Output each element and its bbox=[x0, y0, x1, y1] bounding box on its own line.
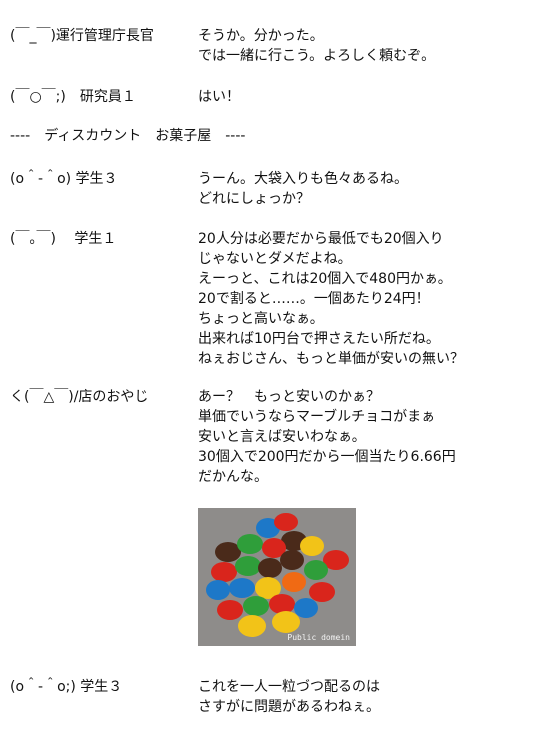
photo-credit: Public domein bbox=[287, 633, 350, 642]
candy-photo: Public domein bbox=[198, 508, 356, 646]
dialogue-line: では一緒に行こう。よろしく頼むぞ。 bbox=[198, 48, 436, 64]
dialogue-line: ねぇおじさん、もっと単価が安いの無い？ bbox=[198, 351, 464, 367]
dialogue-line: 20人分は必要だから最低でも20個入り bbox=[198, 231, 444, 247]
dialogue-line: うーん。大袋入りも色々あるね。 bbox=[198, 171, 408, 187]
candy-red bbox=[309, 582, 335, 602]
dialogue-line: そうか。分かった。 bbox=[198, 28, 324, 44]
dialogue-lines: そうか。分かった。 では一緒に行こう。よろしく頼むぞ。 bbox=[198, 26, 538, 66]
candy-brown bbox=[258, 558, 282, 578]
candy-yellow bbox=[238, 615, 266, 637]
candy-blue bbox=[294, 598, 318, 618]
candy-red bbox=[269, 594, 295, 614]
candy-blue bbox=[206, 580, 230, 600]
candy-green bbox=[243, 596, 269, 616]
scene-heading: ---- ディスカウント お菓子屋 ---- bbox=[10, 128, 246, 144]
dialogue-line: 安いと言えば安いわなぁ。 bbox=[198, 429, 366, 445]
dialogue-line: えーっと、これは20個入で480円かぁ。 bbox=[198, 271, 452, 287]
dialogue-line: 出来れば10円台で押さえたい所だね。 bbox=[198, 331, 440, 347]
speaker-name: (o＾-＾o) 学生３ bbox=[10, 171, 118, 187]
candy-green bbox=[235, 556, 261, 576]
dialogue-lines: これを一人一粒づつ配るのは さすがに問題があるわねぇ。 bbox=[198, 677, 538, 717]
dialogue-line: だかんな。 bbox=[198, 469, 268, 485]
speaker-name: (￣_￣)運行管理庁長官 bbox=[10, 28, 154, 44]
speaker-name: (o＾-＾o;) 学生３ bbox=[10, 679, 123, 695]
dialogue-line: どれにしょっか？ bbox=[198, 191, 310, 207]
speaker-name: (￣○￣;) 研究員１ bbox=[10, 89, 136, 105]
candy-yellow bbox=[300, 536, 324, 556]
dialogue-line: あー？ もっと安いのかぁ？ bbox=[198, 389, 380, 405]
candy-green bbox=[304, 560, 328, 580]
dialogue-lines: あー？ もっと安いのかぁ？ 単価でいうならマーブルチョコがまぁ 安いと言えば安い… bbox=[198, 387, 538, 487]
dialogue-line: ちょっと高いなぁ。 bbox=[198, 311, 324, 327]
candy-yellow bbox=[272, 611, 300, 633]
speaker-name: (￣｡￣) 学生１ bbox=[10, 231, 117, 247]
candy-pile-illustration bbox=[206, 513, 349, 637]
dialogue-line: じゃないとダメだよね。 bbox=[198, 251, 352, 267]
dialogue-line: さすがに問題があるわねぇ。 bbox=[198, 699, 380, 715]
dialogue-line: 単価でいうならマーブルチョコがまぁ bbox=[198, 409, 436, 425]
dialogue-line: これを一人一粒づつ配るのは bbox=[198, 679, 380, 695]
dialogue-line: 30個入で200円だから一個当たり6.66円 bbox=[198, 449, 456, 465]
dialogue-line: はい！ bbox=[198, 89, 240, 105]
dialogue-lines: うーん。大袋入りも色々あるね。 どれにしょっか？ bbox=[198, 169, 538, 209]
dialogue-lines: はい！ bbox=[198, 87, 538, 107]
candy-red bbox=[217, 600, 243, 620]
speaker-name: く(￣△￣)/店のおやじ bbox=[10, 389, 149, 405]
candy-blue bbox=[229, 578, 255, 598]
candy-green bbox=[237, 534, 263, 554]
candy-red bbox=[211, 562, 237, 582]
candy-brown bbox=[280, 550, 304, 570]
dialogue-lines: 20人分は必要だから最低でも20個入り じゃないとダメだよね。 えーっと、これは… bbox=[198, 229, 538, 369]
candy-group bbox=[206, 513, 349, 637]
candy-red bbox=[274, 513, 298, 531]
dialogue-line: 20で割ると……。一個あたり24円！ bbox=[198, 291, 430, 307]
candy-orange bbox=[282, 572, 306, 592]
